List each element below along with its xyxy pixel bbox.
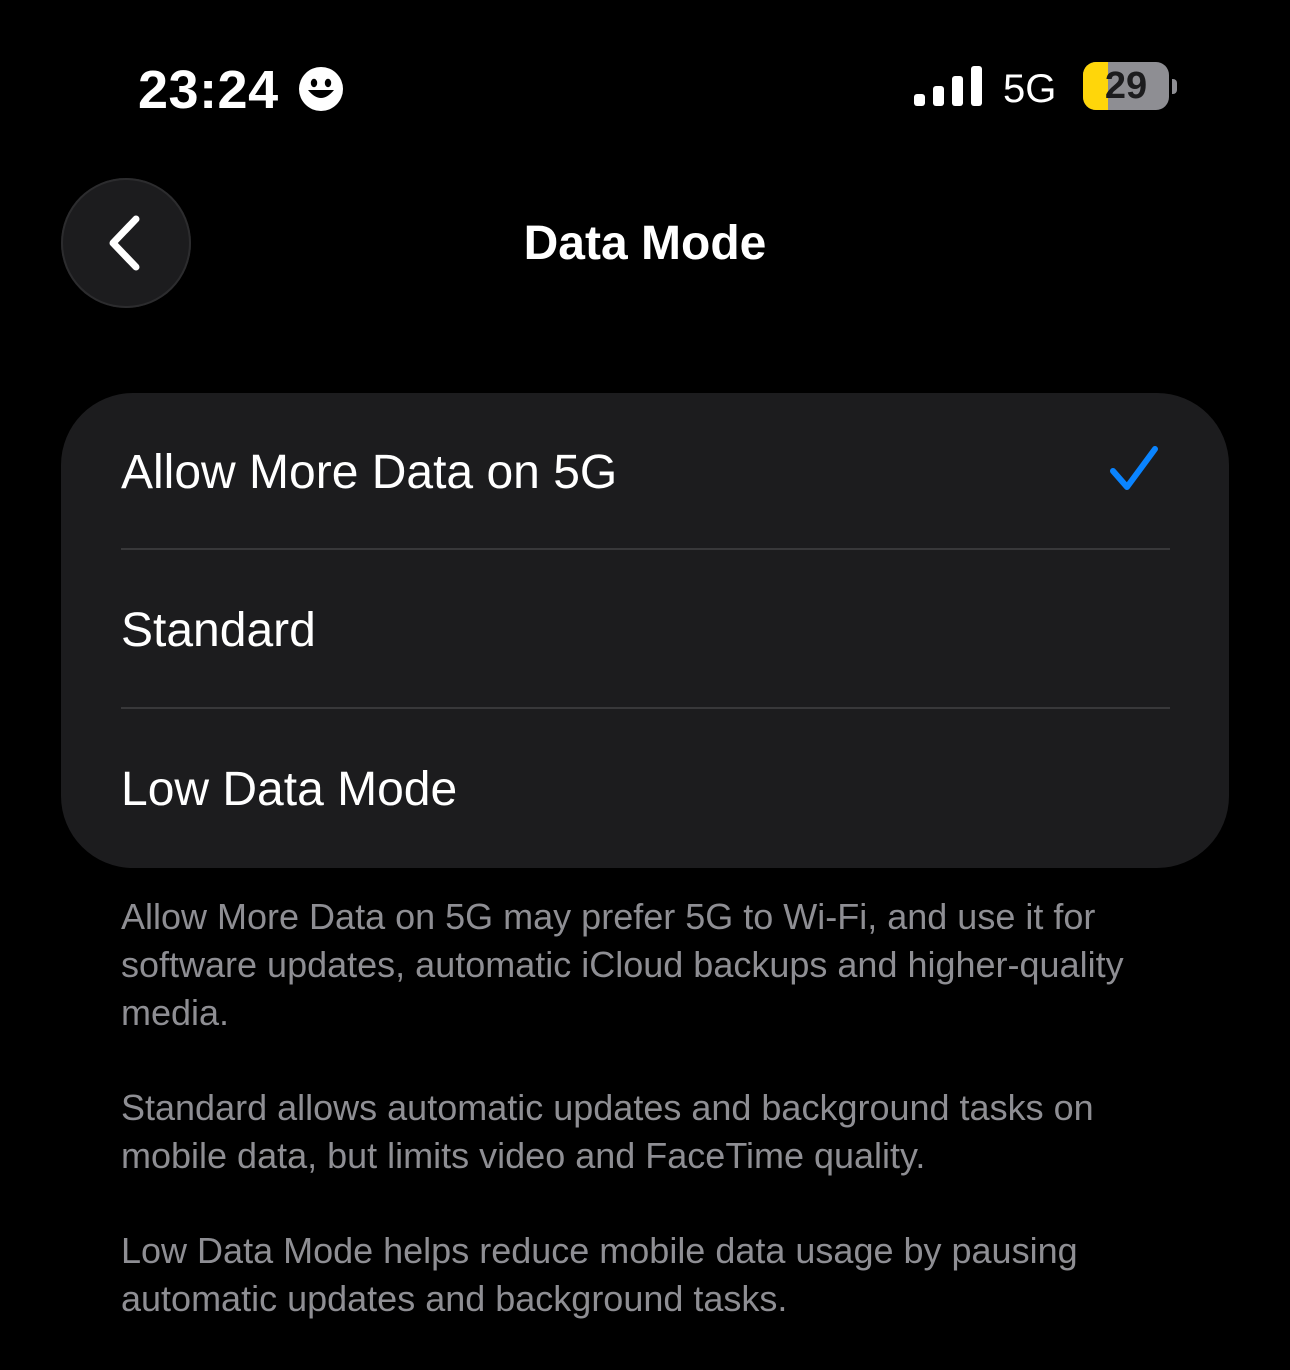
cellular-signal-icon xyxy=(914,66,982,106)
option-standard[interactable]: Standard xyxy=(61,551,1229,709)
network-type-label: 5G xyxy=(1003,67,1057,111)
status-time: 23:24 xyxy=(138,60,279,120)
status-bar: 23:24 5G 29 xyxy=(0,0,1290,170)
battery-level: 29 xyxy=(1104,65,1148,107)
battery-indicator: 29 xyxy=(1083,62,1169,110)
smiling-face-icon xyxy=(299,67,343,111)
description-allow-more-data: Allow More Data on 5G may prefer 5G to W… xyxy=(121,896,1124,1033)
row-divider xyxy=(121,707,1170,709)
description-standard: Standard allows automatic updates and ba… xyxy=(121,1087,1094,1176)
row-divider xyxy=(121,548,1170,550)
checkmark-icon xyxy=(1110,446,1158,490)
option-allow-more-data[interactable]: Allow More Data on 5G xyxy=(61,393,1229,551)
option-label: Standard xyxy=(121,604,316,657)
description-low-data-mode: Low Data Mode helps reduce mobile data u… xyxy=(121,1230,1078,1319)
option-label: Allow More Data on 5G xyxy=(121,446,618,499)
option-label: Low Data Mode xyxy=(121,763,458,816)
option-low-data-mode[interactable]: Low Data Mode xyxy=(61,710,1229,868)
battery-tip xyxy=(1172,79,1177,94)
data-mode-options: Allow More Data on 5G Standard Low Data … xyxy=(61,393,1229,868)
page-title: Data Mode xyxy=(523,217,767,270)
options-description: Allow More Data on 5G may prefer 5G to W… xyxy=(121,893,1181,1370)
